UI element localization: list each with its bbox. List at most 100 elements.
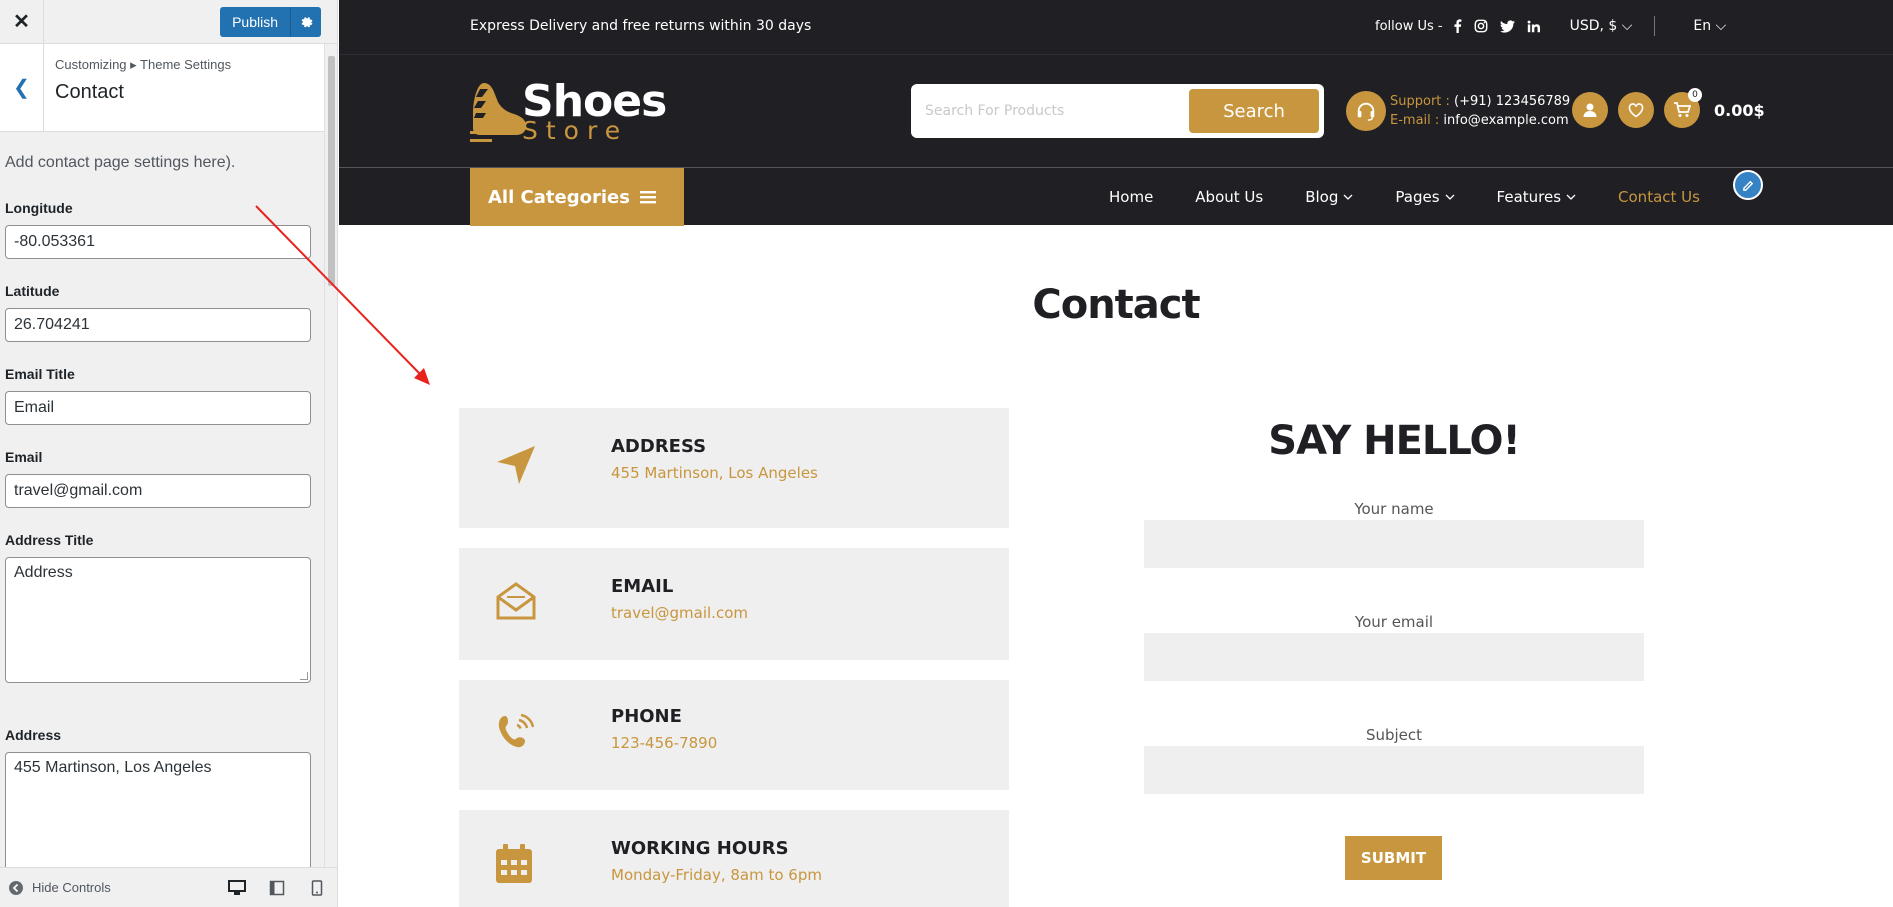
instagram-icon[interactable] (1474, 19, 1488, 33)
gear-icon[interactable] (291, 6, 321, 37)
email-label: E-mail : (1390, 113, 1440, 128)
section-title: Contact (55, 81, 124, 103)
address-textarea[interactable]: 455 Martinson, Los Angeles (5, 752, 311, 878)
card-value[interactable]: travel@gmail.com (611, 604, 748, 622)
email-field[interactable] (1144, 633, 1644, 681)
screen: ✕ Publish ❮ Customizing ▸ Theme Settings… (0, 0, 1893, 907)
chevron-down-icon (1343, 194, 1353, 200)
support-label: Support : (1390, 94, 1450, 109)
chevron-down-icon (1566, 194, 1576, 200)
settings-panel: Add contact page settings here). Longitu… (0, 132, 318, 878)
topbar-announcement: Express Delivery and free returns within… (470, 18, 812, 34)
email-title-input[interactable]: Email (5, 391, 311, 425)
tablet-preview-icon[interactable] (257, 880, 297, 896)
publish-group: Publish (220, 6, 321, 37)
submit-button[interactable]: SUBMIT (1345, 836, 1442, 880)
nav-item-label: Pages (1395, 188, 1440, 206)
card-value: 455 Martinson, Los Angeles (611, 464, 818, 482)
site-preview: Express Delivery and free returns within… (339, 0, 1893, 907)
name-field[interactable] (1144, 520, 1644, 568)
language-value: En (1693, 18, 1712, 34)
linkedin-icon[interactable] (1527, 20, 1540, 33)
nav-item-about-us[interactable]: About Us (1195, 188, 1263, 206)
support-email[interactable]: info@example.com (1443, 113, 1568, 128)
card-title: ADDRESS (611, 436, 707, 457)
nav-item-pages[interactable]: Pages (1395, 188, 1454, 206)
resize-handle-icon[interactable] (300, 672, 308, 680)
page-title: Contact (1032, 282, 1200, 328)
address-value: 455 Martinson, Los Angeles (14, 759, 212, 776)
envelope-open-icon (496, 582, 536, 620)
hide-controls-button[interactable]: Hide Controls (8, 880, 217, 896)
publish-button[interactable]: Publish (220, 6, 291, 37)
contact-card-working-hours: WORKING HOURS Monday-Friday, 8am to 6pm (459, 810, 1009, 907)
close-icon[interactable]: ✕ (0, 0, 44, 44)
edit-shortcut-pencil-icon[interactable] (1733, 170, 1763, 200)
section-header: ❮ Customizing ▸ Theme Settings Contact (0, 44, 325, 132)
chevron-down-icon: ⌵ (1715, 18, 1727, 34)
nav-item-label: Features (1496, 188, 1562, 206)
cart-total: 0.00$ (1714, 100, 1765, 120)
card-title: PHONE (611, 706, 682, 727)
section-header-text: Customizing ▸ Theme Settings Contact (44, 44, 231, 131)
support-info: Support : (+91) 123456789 E-mail : info@… (1346, 91, 1570, 131)
calendar-icon (496, 844, 532, 883)
twitter-icon[interactable] (1499, 19, 1515, 33)
follow-label: follow Us - (1375, 18, 1443, 34)
customizer-header-bar: ✕ Publish (0, 0, 337, 44)
cart-icon[interactable]: 0 (1664, 88, 1702, 128)
contact-card-address: ADDRESS 455 Martinson, Los Angeles (459, 408, 1009, 528)
site-logo[interactable]: Shoes Store (470, 80, 667, 143)
subject-label: Subject (1365, 726, 1423, 744)
product-search: Search For Products Search (911, 84, 1324, 138)
social-links (1453, 19, 1540, 33)
desktop-preview-icon[interactable] (217, 879, 257, 896)
user-icon[interactable] (1572, 92, 1608, 128)
language-selector[interactable]: En ⌵ (1693, 18, 1726, 34)
topbar-divider (1654, 16, 1656, 36)
support-text: Support : (+91) 123456789 E-mail : info@… (1390, 92, 1570, 130)
header-actions: 0 0.00$ (1572, 88, 1765, 128)
facebook-icon[interactable] (1453, 19, 1462, 33)
card-title: WORKING HOURS (611, 838, 789, 859)
currency-selector[interactable]: USD, $ ⌵ (1570, 18, 1633, 34)
search-button[interactable]: Search (1189, 89, 1319, 133)
phone-volume-icon (498, 713, 535, 748)
chevron-down-icon: ⌵ (1621, 18, 1633, 34)
nav-item-blog[interactable]: Blog (1305, 188, 1353, 206)
nav-item-contact-us[interactable]: Contact Us (1618, 188, 1700, 206)
hamburger-icon (639, 191, 656, 204)
latitude-input[interactable]: 26.704241 (5, 308, 311, 342)
support-phone[interactable]: (+91) 123456789 (1454, 94, 1570, 109)
top-bar: Express Delivery and free returns within… (339, 0, 1893, 54)
cart-count-badge: 0 (1688, 88, 1702, 102)
nav-item-label: Blog (1305, 188, 1339, 206)
all-categories-button[interactable]: All Categories (470, 168, 684, 226)
subject-field[interactable] (1144, 746, 1644, 794)
scrollbar-thumb[interactable] (328, 56, 335, 286)
section-description: Add contact page settings here). (5, 154, 236, 171)
address-title-textarea[interactable]: Address (5, 557, 311, 683)
nav-item-features[interactable]: Features (1497, 188, 1577, 206)
longitude-input[interactable]: -80.053361 (5, 225, 311, 259)
hide-controls-label: Hide Controls (32, 880, 111, 895)
main-navigation: All Categories Home About Us Blog Pages … (339, 167, 1893, 226)
email-label: Your email (1354, 613, 1434, 631)
shoe-logo-icon (470, 82, 526, 142)
headset-icon (1346, 91, 1386, 131)
card-title: EMAIL (611, 576, 674, 597)
form-title: SAY HELLO! (1268, 418, 1520, 464)
collapse-arrow-icon (9, 880, 23, 895)
breadcrumb: Customizing ▸ Theme Settings (55, 57, 232, 72)
search-input[interactable]: Search For Products (911, 103, 1189, 119)
card-value[interactable]: 123-456-7890 (611, 734, 717, 752)
heart-icon[interactable] (1618, 92, 1654, 128)
email-label: Email (5, 449, 43, 465)
name-label: Your name (1354, 500, 1434, 518)
mobile-preview-icon[interactable] (297, 879, 337, 896)
nav-item-home[interactable]: Home (1109, 188, 1153, 206)
email-input[interactable]: travel@gmail.com (5, 474, 311, 508)
back-arrow-icon[interactable]: ❮ (0, 44, 44, 131)
address-title-label: Address Title (5, 532, 94, 548)
sidebar-scrollbar[interactable] (324, 44, 337, 868)
